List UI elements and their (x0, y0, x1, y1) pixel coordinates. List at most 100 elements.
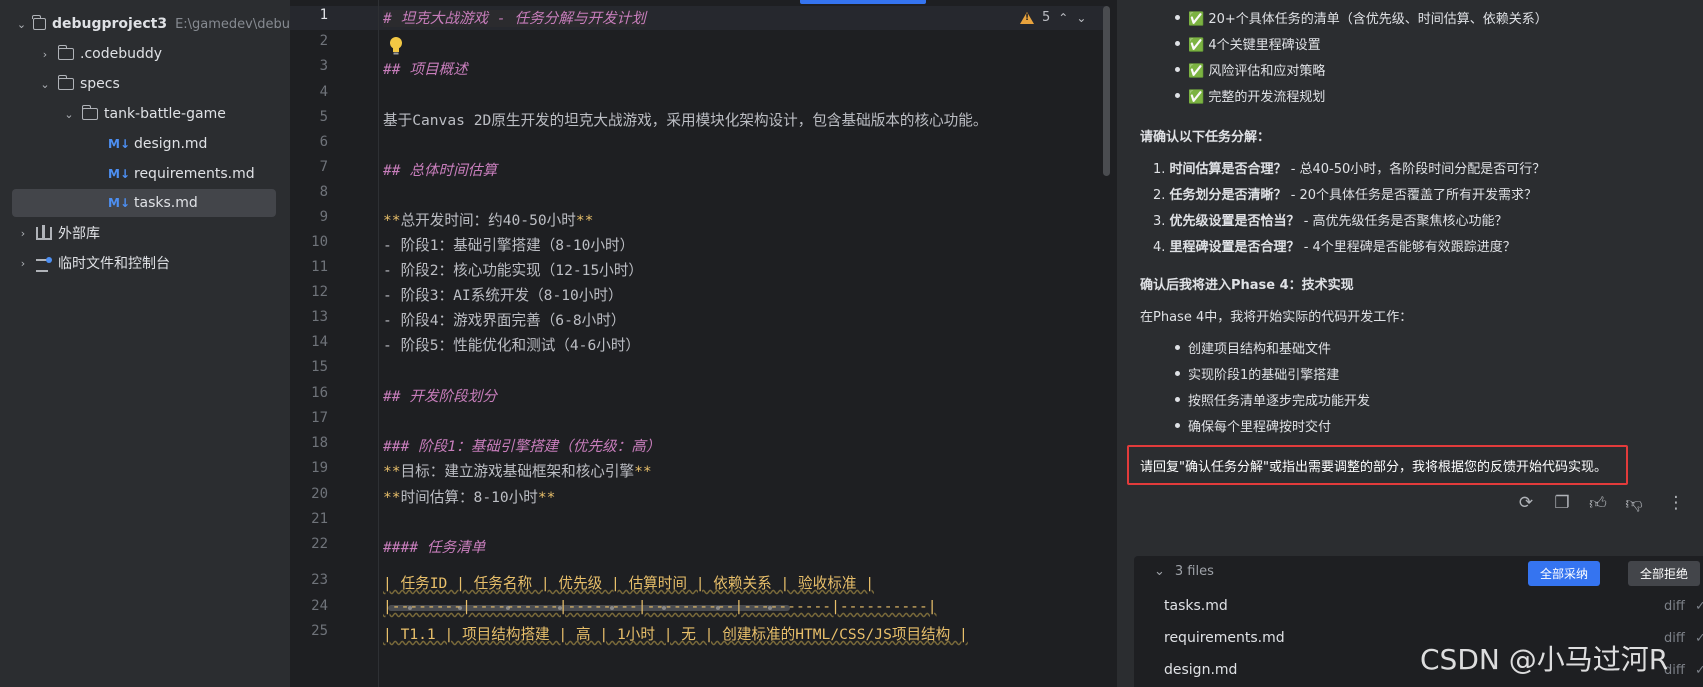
question-item: 3. 优先级设置是否恰当？ - 高优先级任务是否聚焦核心功能？ (1153, 214, 1508, 229)
tree-item-scratches[interactable]: › 临时文件和控制台 (0, 249, 290, 277)
tree-item-tasks-md[interactable]: M↓ tasks.md (12, 189, 276, 217)
accept-all-button[interactable]: 全部采纳 (1528, 561, 1601, 586)
accept-file-icon[interactable]: ✓ (1695, 663, 1703, 678)
file-actions: diff ✓ X (1664, 631, 1703, 646)
vertical-scrollbar[interactable] (1103, 6, 1110, 176)
warning-count: 5 (1042, 10, 1051, 25)
code-line-11: - 阶段2：核心功能实现（12-15小时） (383, 262, 644, 279)
editor-tab-indicator (800, 0, 926, 4)
tree-item-label: tank-battle-game (104, 106, 226, 122)
tree-item-requirements-md[interactable]: M↓ requirements.md (0, 160, 290, 188)
tree-item-tank-battle-game[interactable]: ⌄ tank-battle-game (0, 100, 290, 128)
changed-file-requirements[interactable]: requirements.md (1164, 630, 1285, 646)
code-line-3: ## 项目概述 (383, 61, 468, 78)
chevron-right-icon[interactable]: › (16, 226, 30, 240)
line-number[interactable]: 19 (290, 460, 328, 476)
tree-item-external-libraries[interactable]: › 外部库 (0, 219, 290, 247)
changed-file-design[interactable]: design.md (1164, 662, 1237, 678)
lightbulb-icon[interactable] (388, 36, 404, 56)
scratches-icon (36, 256, 52, 272)
question-item: 2. 任务划分是否清晰？ - 20个具体任务是否覆盖了所有开发需求？ (1153, 188, 1538, 203)
chevron-right-icon[interactable]: › (38, 47, 52, 61)
watermark: CSDN @小马过河R (1420, 643, 1669, 676)
code-line-24: |--------|----------|--------|----------… (383, 598, 937, 615)
file-actions: diff ✓ X (1664, 663, 1703, 678)
thumbs-down-icon[interactable]: 👎︎ (1623, 492, 1645, 514)
line-number[interactable]: 3 (290, 58, 328, 74)
line-number[interactable]: 18 (290, 435, 328, 451)
line-number[interactable]: 8 (290, 184, 328, 200)
line-number[interactable]: 9 (290, 209, 328, 225)
thumbs-up-icon[interactable]: 👍︎ (1587, 492, 1609, 514)
diff-link[interactable]: diff (1664, 599, 1685, 614)
chevron-right-icon[interactable]: › (16, 256, 30, 270)
list-item: ✅ 完整的开发流程规划 (1175, 86, 1325, 105)
folder-icon (57, 45, 74, 60)
tree-item-label: .codebuddy (80, 46, 163, 62)
list-item: 创建项目结构和基础文件 (1175, 338, 1331, 357)
inspection-widget[interactable]: 5 ⌃ ⌄ (1020, 10, 1086, 25)
tree-item-specs[interactable]: ⌄ specs (0, 70, 290, 98)
code-line-25: | T1.1 | 项目结构搭建 | 高 | 1小时 | 无 | 创建标准的HTM… (383, 626, 968, 643)
tree-item-project-root[interactable]: ⌄ debugproject3 E:\gamedev\debu (0, 10, 290, 38)
list-item: 实现阶段1的基础引擎搭建 (1175, 364, 1339, 383)
line-number[interactable]: 25 (290, 623, 328, 639)
ai-chat-panel: ✅ 20+个具体任务的清单（含优先级、时间估算、依赖关系） ✅ 4个关键里程碑设… (1116, 0, 1703, 687)
tree-item-label: design.md (134, 136, 208, 152)
accept-file-icon[interactable]: ✓ (1695, 599, 1703, 614)
phase-intro: 在Phase 4中，我将开始实际的代码开发工作： (1140, 310, 1413, 325)
line-number[interactable]: 11 (290, 259, 328, 275)
code-line-1: # 坦克大战游戏 - 任务分解与开发计划 (383, 10, 646, 27)
line-number[interactable]: 16 (290, 385, 328, 401)
chevron-down-icon[interactable]: ⌄ (38, 77, 52, 91)
files-header[interactable]: ⌄ 3 files (1154, 564, 1214, 579)
line-number[interactable]: 2 (290, 33, 328, 49)
line-number[interactable]: 20 (290, 486, 328, 502)
gutter-divider (378, 0, 379, 687)
list-item: 确保每个里程碑按时交付 (1175, 416, 1331, 435)
line-number[interactable]: 6 (290, 134, 328, 150)
code-line-22: #### 任务清单 (383, 539, 486, 556)
line-number[interactable]: 10 (290, 234, 328, 250)
folder-icon (81, 105, 98, 120)
code-editor[interactable]: 1 2 3 4 5 6 7 8 9 10 11 12 13 14 15 16 17 18 19 20 21 22 23 24 2… (290, 0, 1116, 687)
tree-item-codebuddy[interactable]: › .codebuddy (0, 40, 290, 68)
chevron-down-icon[interactable]: ⌄ (62, 107, 76, 121)
line-number[interactable]: 12 (290, 284, 328, 300)
line-number[interactable]: 17 (290, 410, 328, 426)
accept-file-icon[interactable]: ✓ (1695, 631, 1703, 646)
chevron-down-icon[interactable]: ⌄ (1154, 564, 1165, 579)
line-number[interactable]: 21 (290, 511, 328, 527)
project-path: E:\gamedev\debu (175, 16, 290, 32)
line-number[interactable]: 23 (290, 572, 328, 588)
line-number[interactable]: 7 (290, 159, 328, 175)
changed-file-tasks[interactable]: tasks.md (1164, 598, 1228, 614)
question-item: 4. 里程碑设置是否合理？ - 4个里程碑是否能够有效跟踪进度？ (1153, 240, 1516, 255)
reject-all-button[interactable]: 全部拒绝 (1628, 561, 1701, 586)
line-number[interactable]: 5 (290, 109, 328, 125)
code-line-18: ### 阶段1：基础引擎搭建（优先级：高） (383, 438, 661, 455)
chevron-down-icon[interactable]: ⌄ (16, 17, 27, 31)
line-number-gutter[interactable]: 1 2 3 4 5 6 7 8 9 10 11 12 13 14 15 16 17 18 19 20 21 22 23 24 2… (290, 0, 380, 687)
chevron-up-icon[interactable]: ⌃ (1058, 11, 1068, 25)
line-number[interactable]: 1 (290, 7, 328, 23)
chevron-down-icon[interactable]: ⌄ (1076, 11, 1086, 25)
line-number[interactable]: 14 (290, 334, 328, 350)
line-number[interactable]: 24 (290, 598, 328, 614)
tree-item-design-md[interactable]: M↓ design.md (0, 130, 290, 158)
regenerate-icon[interactable]: ⟳ (1515, 492, 1537, 514)
code-line-5: 基于Canvas 2D原生开发的坦克大战游戏，采用模块化架构设计，包含基础版本的… (383, 112, 988, 129)
copy-icon[interactable]: ❐ (1551, 492, 1573, 514)
list-item: 按照任务清单逐步完成功能开发 (1175, 390, 1370, 409)
code-line-14: - 阶段5：性能优化和测试（4-6小时） (383, 337, 641, 354)
reply-prompt: 请回复"确认任务分解"或指出需要调整的部分，我将根据您的反馈开始代码实现。 (1140, 460, 1607, 475)
line-number[interactable]: 15 (290, 359, 328, 375)
line-number[interactable]: 4 (290, 84, 328, 100)
line-number[interactable]: 22 (290, 536, 328, 552)
line-number[interactable]: 13 (290, 309, 328, 325)
phase-heading: 确认后我将进入Phase 4：技术实现 (1140, 278, 1354, 293)
more-icon[interactable]: ⋮ (1665, 492, 1687, 514)
list-item: ✅ 20+个具体任务的清单（含优先级、时间估算、依赖关系） (1175, 8, 1548, 27)
tree-item-label: requirements.md (134, 166, 255, 182)
file-actions: diff ✓ X (1664, 599, 1703, 614)
